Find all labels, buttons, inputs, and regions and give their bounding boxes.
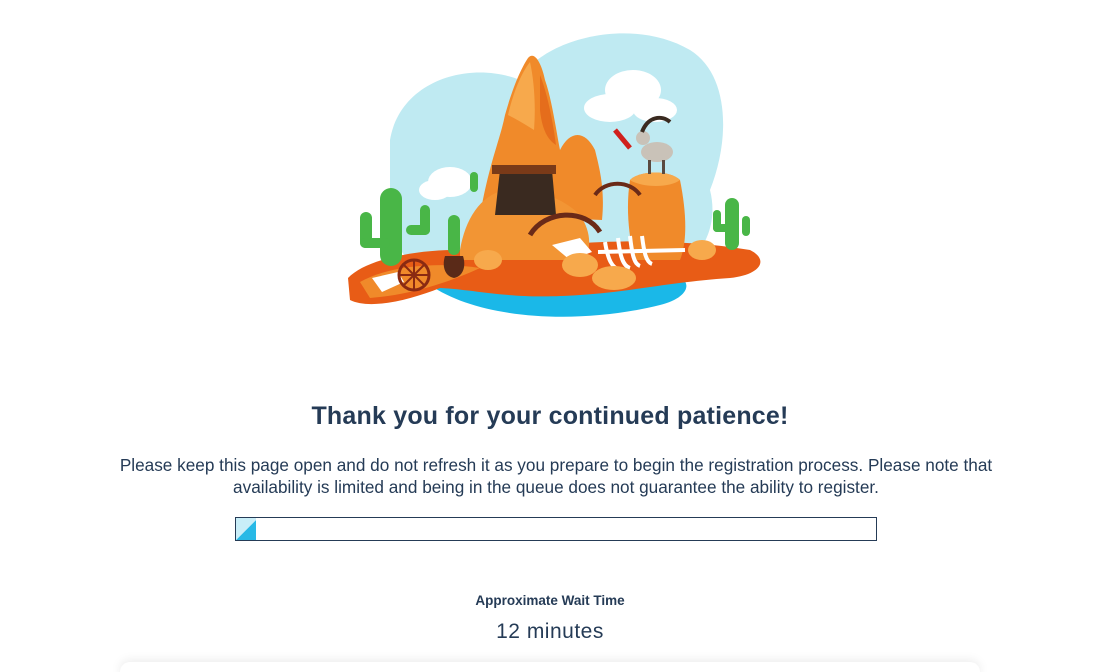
wait-time-label: Approximate Wait Time [475,593,625,608]
queue-page: Thank you for your continued patience! P… [0,0,1100,672]
queue-progress-fill [236,518,257,540]
queue-notice: Please keep this page open and do not re… [119,455,993,497]
queue-progress-bar [235,517,877,541]
bottom-panel-edge [120,662,980,672]
page-title: Thank you for your continued patience! [311,402,789,430]
big-thunder-mountain-illustration [348,33,761,317]
wait-time-value: 12 minutes [496,620,604,643]
